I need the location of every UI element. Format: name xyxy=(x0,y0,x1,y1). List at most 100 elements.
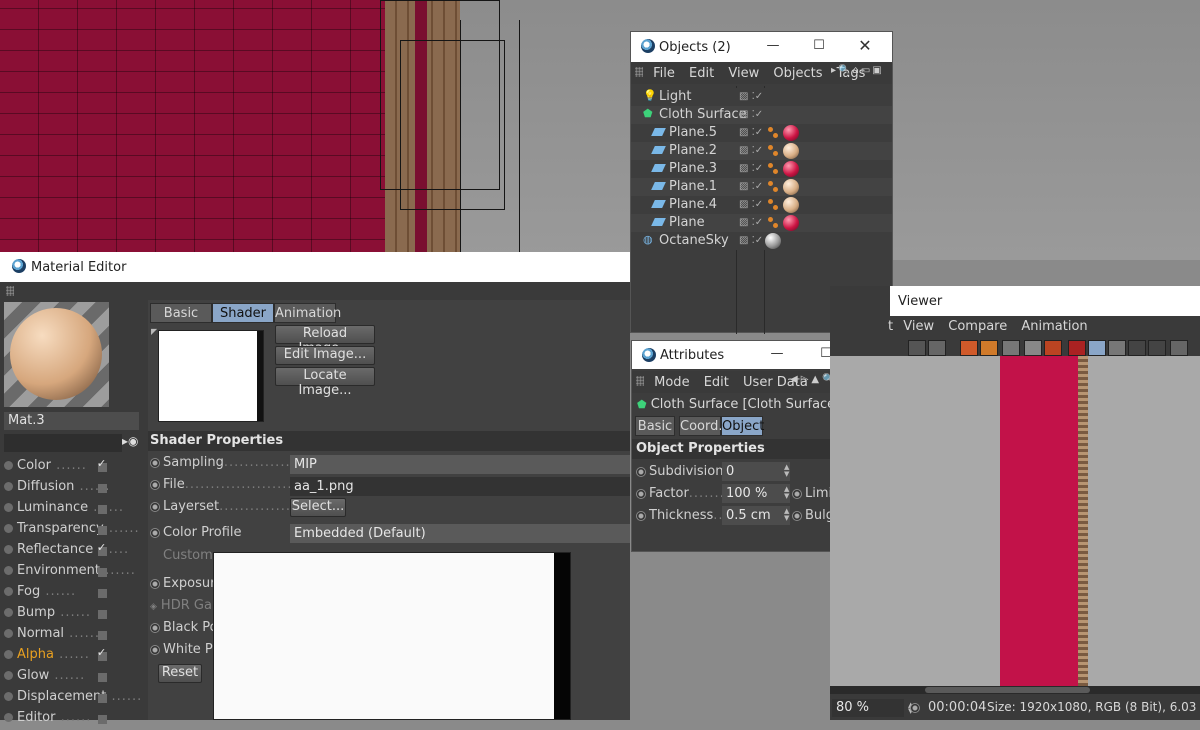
channel-checkbox[interactable] xyxy=(97,646,107,661)
minimize-icon[interactable]: — xyxy=(750,32,796,62)
material-tag-icon[interactable] xyxy=(783,197,799,213)
toolbar-icons[interactable]: ▸🔍⌂▭▣ xyxy=(831,65,884,76)
material-tag-icon[interactable] xyxy=(783,215,799,231)
cloth-tag-icon[interactable] xyxy=(773,223,778,228)
object-row[interactable]: Plane.1 ▨ ⁚✓ xyxy=(631,178,892,196)
copy-icon[interactable] xyxy=(1002,340,1020,356)
tab-object[interactable]: Object xyxy=(721,416,764,436)
cloth-tag-icon[interactable] xyxy=(768,217,773,222)
clear-icon[interactable] xyxy=(1044,340,1062,356)
save-icon[interactable] xyxy=(980,340,998,356)
anim-radio-icon[interactable] xyxy=(792,488,802,499)
object-row[interactable]: Plane.5 ▨ ⁚✓ xyxy=(631,124,892,142)
tab-animation[interactable]: Animation xyxy=(274,303,341,323)
object-row[interactable]: Plane.4 ▨ ⁚✓ xyxy=(631,196,892,214)
anim-radio-icon[interactable] xyxy=(792,510,802,521)
b-marker-icon[interactable] xyxy=(1148,340,1166,356)
anim-radio-icon[interactable] xyxy=(636,488,646,499)
menu-animation[interactable]: Animation xyxy=(1021,319,1087,334)
channel-checkbox[interactable] xyxy=(98,673,107,682)
thickness-input[interactable]: 0.5 cm xyxy=(722,506,790,525)
menu-mode[interactable]: Mode xyxy=(654,375,689,390)
material-tag-icon[interactable] xyxy=(783,125,799,141)
object-row[interactable]: 💡 Light ▨ ⁚✓ xyxy=(631,88,892,106)
tab-shader[interactable]: Shader xyxy=(212,303,274,323)
object-row[interactable]: Plane.3 ▨ ⁚✓ xyxy=(631,160,892,178)
menu-objects[interactable]: Objects xyxy=(773,66,822,81)
visibility-flags-icon[interactable]: ▨ ⁚✓ xyxy=(739,181,763,192)
color-profile-dropdown[interactable]: Embedded (Default) xyxy=(290,524,630,543)
layerset-select-button[interactable]: Select... xyxy=(290,498,346,517)
ab-compare-icon[interactable] xyxy=(1068,340,1086,356)
cloth-tag-icon[interactable] xyxy=(768,163,773,168)
menu-edit[interactable]: Edit xyxy=(689,66,714,81)
render-canvas[interactable] xyxy=(830,356,1200,686)
3d-viewport[interactable] xyxy=(0,0,1200,260)
snapshot-icon[interactable] xyxy=(928,340,946,356)
material-name-field[interactable]: Mat.3 xyxy=(4,412,139,430)
object-row[interactable]: Plane.2 ▨ ⁚✓ xyxy=(631,142,892,160)
object-row[interactable]: ⬟ Cloth Surface ▨ ⁚✓ xyxy=(631,106,892,124)
visibility-flags-icon[interactable]: ▨ ⁚✓ xyxy=(739,199,763,210)
menu-edit[interactable]: Edit xyxy=(704,375,729,390)
object-row[interactable]: Plane ▨ ⁚✓ xyxy=(631,214,892,232)
minimize-icon[interactable]: — xyxy=(754,341,800,369)
channel-alpha[interactable]: Alpha ...... xyxy=(4,646,144,667)
cloth-tag-icon[interactable] xyxy=(773,151,778,156)
channel-reflectance[interactable]: Reflectance ...... xyxy=(4,541,144,562)
stop-icon[interactable] xyxy=(1024,340,1042,356)
render-icon[interactable] xyxy=(960,340,978,356)
file-path-field[interactable]: aa_1.png xyxy=(290,477,630,496)
cloth-tag-icon[interactable] xyxy=(768,145,773,150)
channel-luminance[interactable]: Luminance ...... xyxy=(4,500,144,520)
menu-view[interactable]: View xyxy=(728,66,759,81)
cloth-tag-icon[interactable] xyxy=(773,133,778,138)
objects-titlebar[interactable]: Objects (2) — ☐ ✕ xyxy=(631,32,892,62)
subdivisions-input[interactable]: 0 xyxy=(722,462,790,481)
anim-radio-icon[interactable] xyxy=(150,578,160,589)
channel-checkbox[interactable] xyxy=(98,694,107,703)
stepper-icon[interactable]: ▲▼ xyxy=(784,464,789,478)
tab-basic[interactable]: Basic xyxy=(635,416,675,436)
tab-basic[interactable]: Basic xyxy=(150,303,212,323)
anim-radio-icon[interactable] xyxy=(150,622,160,633)
channel-editor[interactable]: Editor ...... xyxy=(4,710,144,730)
factor-input[interactable]: 100 % xyxy=(722,484,790,503)
channel-checkbox[interactable] xyxy=(97,457,107,472)
channel-checkbox[interactable] xyxy=(98,568,107,577)
object-row[interactable]: ◍ OctaneSky ▨ ⁚✓ xyxy=(631,232,892,250)
fit-icon[interactable] xyxy=(1088,340,1106,356)
material-search-field[interactable] xyxy=(4,434,122,452)
channel-checkbox[interactable] xyxy=(98,610,107,619)
channel-diffusion[interactable]: Diffusion ...... xyxy=(4,479,144,499)
export-icon[interactable] xyxy=(1170,340,1188,356)
anim-radio-icon[interactable] xyxy=(150,501,160,512)
visibility-flags-icon[interactable]: ▨ ⁚✓ xyxy=(739,91,763,102)
horizontal-scrollbar[interactable] xyxy=(830,686,1200,694)
visibility-flags-icon[interactable]: ▨ ⁚✓ xyxy=(739,109,763,120)
material-tag-icon[interactable] xyxy=(783,161,799,177)
play-radio-icon[interactable] xyxy=(910,703,920,713)
menu-compare[interactable]: Compare xyxy=(948,319,1007,334)
channel-checkbox[interactable] xyxy=(98,526,107,535)
link-arrow-icon[interactable]: ▸◉ xyxy=(122,434,142,452)
anim-radio-icon[interactable] xyxy=(150,479,160,490)
channel-checkbox[interactable] xyxy=(98,484,107,493)
channel-checkbox[interactable] xyxy=(97,541,107,556)
stepper-icon[interactable]: ▲▼ xyxy=(784,486,789,500)
channel-checkbox[interactable] xyxy=(98,589,107,598)
channel-glow[interactable]: Glow ...... xyxy=(4,668,144,688)
anim-radio-icon[interactable] xyxy=(150,644,160,655)
tab-coord[interactable]: Coord. xyxy=(679,416,723,436)
cloth-tag-icon[interactable] xyxy=(768,199,773,204)
channel-bump[interactable]: Bump ...... xyxy=(4,605,144,625)
material-tag-icon[interactable] xyxy=(783,179,799,195)
reload-image-button[interactable]: Reload Image... xyxy=(275,325,375,356)
channel-normal[interactable]: Normal ...... xyxy=(4,626,144,646)
menu-view[interactable]: View xyxy=(903,319,934,334)
channel-transparency[interactable]: Transparency ...... xyxy=(4,521,144,541)
cloth-tag-icon[interactable] xyxy=(773,187,778,192)
channel-displacement[interactable]: Displacement ...... xyxy=(4,689,144,709)
menu-file[interactable]: File xyxy=(653,66,675,81)
anim-radio-icon[interactable] xyxy=(150,457,160,468)
